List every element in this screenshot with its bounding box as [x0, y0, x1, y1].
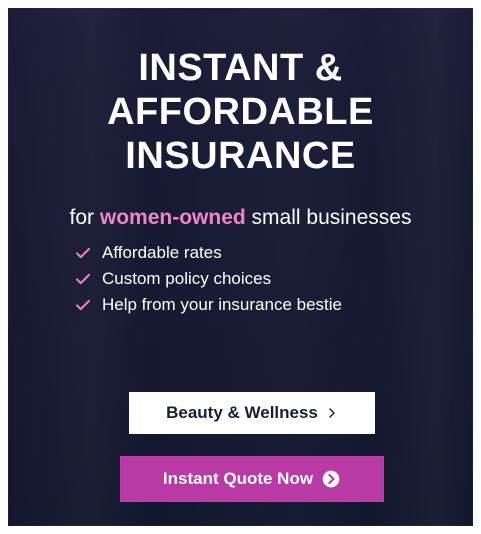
- headline-line-3: INSURANCE: [125, 135, 356, 177]
- benefit-item: Affordable rates: [72, 240, 432, 266]
- check-icon: [72, 242, 94, 264]
- benefit-item: Help from your insurance bestie: [72, 292, 432, 318]
- benefit-text: Help from your insurance bestie: [102, 295, 343, 314]
- headline-line-1: INSTANT &: [138, 47, 343, 89]
- headline: INSTANT & AFFORDABLE INSURANCE: [8, 46, 473, 178]
- check-icon: [72, 268, 94, 290]
- instant-quote-label: Instant Quote Now: [162, 469, 314, 488]
- circle-arrow-right-icon: [321, 469, 341, 489]
- check-icon: [72, 294, 94, 316]
- benefit-item: Custom policy choices: [72, 266, 432, 292]
- subheading-prefix: for: [69, 206, 100, 229]
- benefits-list: Affordable rates Custom policy choices H…: [72, 240, 432, 318]
- insurance-ad-card: INSTANT & AFFORDABLE INSURANCE for women…: [8, 8, 473, 526]
- headline-line-2: AFFORDABLE: [107, 91, 374, 133]
- instant-quote-button[interactable]: Instant Quote Now: [120, 456, 384, 502]
- benefit-text: Custom policy choices: [102, 269, 272, 288]
- beauty-wellness-button[interactable]: Beauty & Wellness: [129, 392, 375, 434]
- beauty-wellness-label: Beauty & Wellness: [166, 403, 318, 422]
- subheading-suffix: small businesses: [245, 206, 412, 229]
- chevron-right-icon: [326, 407, 338, 419]
- subheading: for women-owned small businesses: [8, 204, 473, 232]
- subheading-accent: women-owned: [99, 206, 246, 229]
- benefit-text: Affordable rates: [102, 243, 222, 262]
